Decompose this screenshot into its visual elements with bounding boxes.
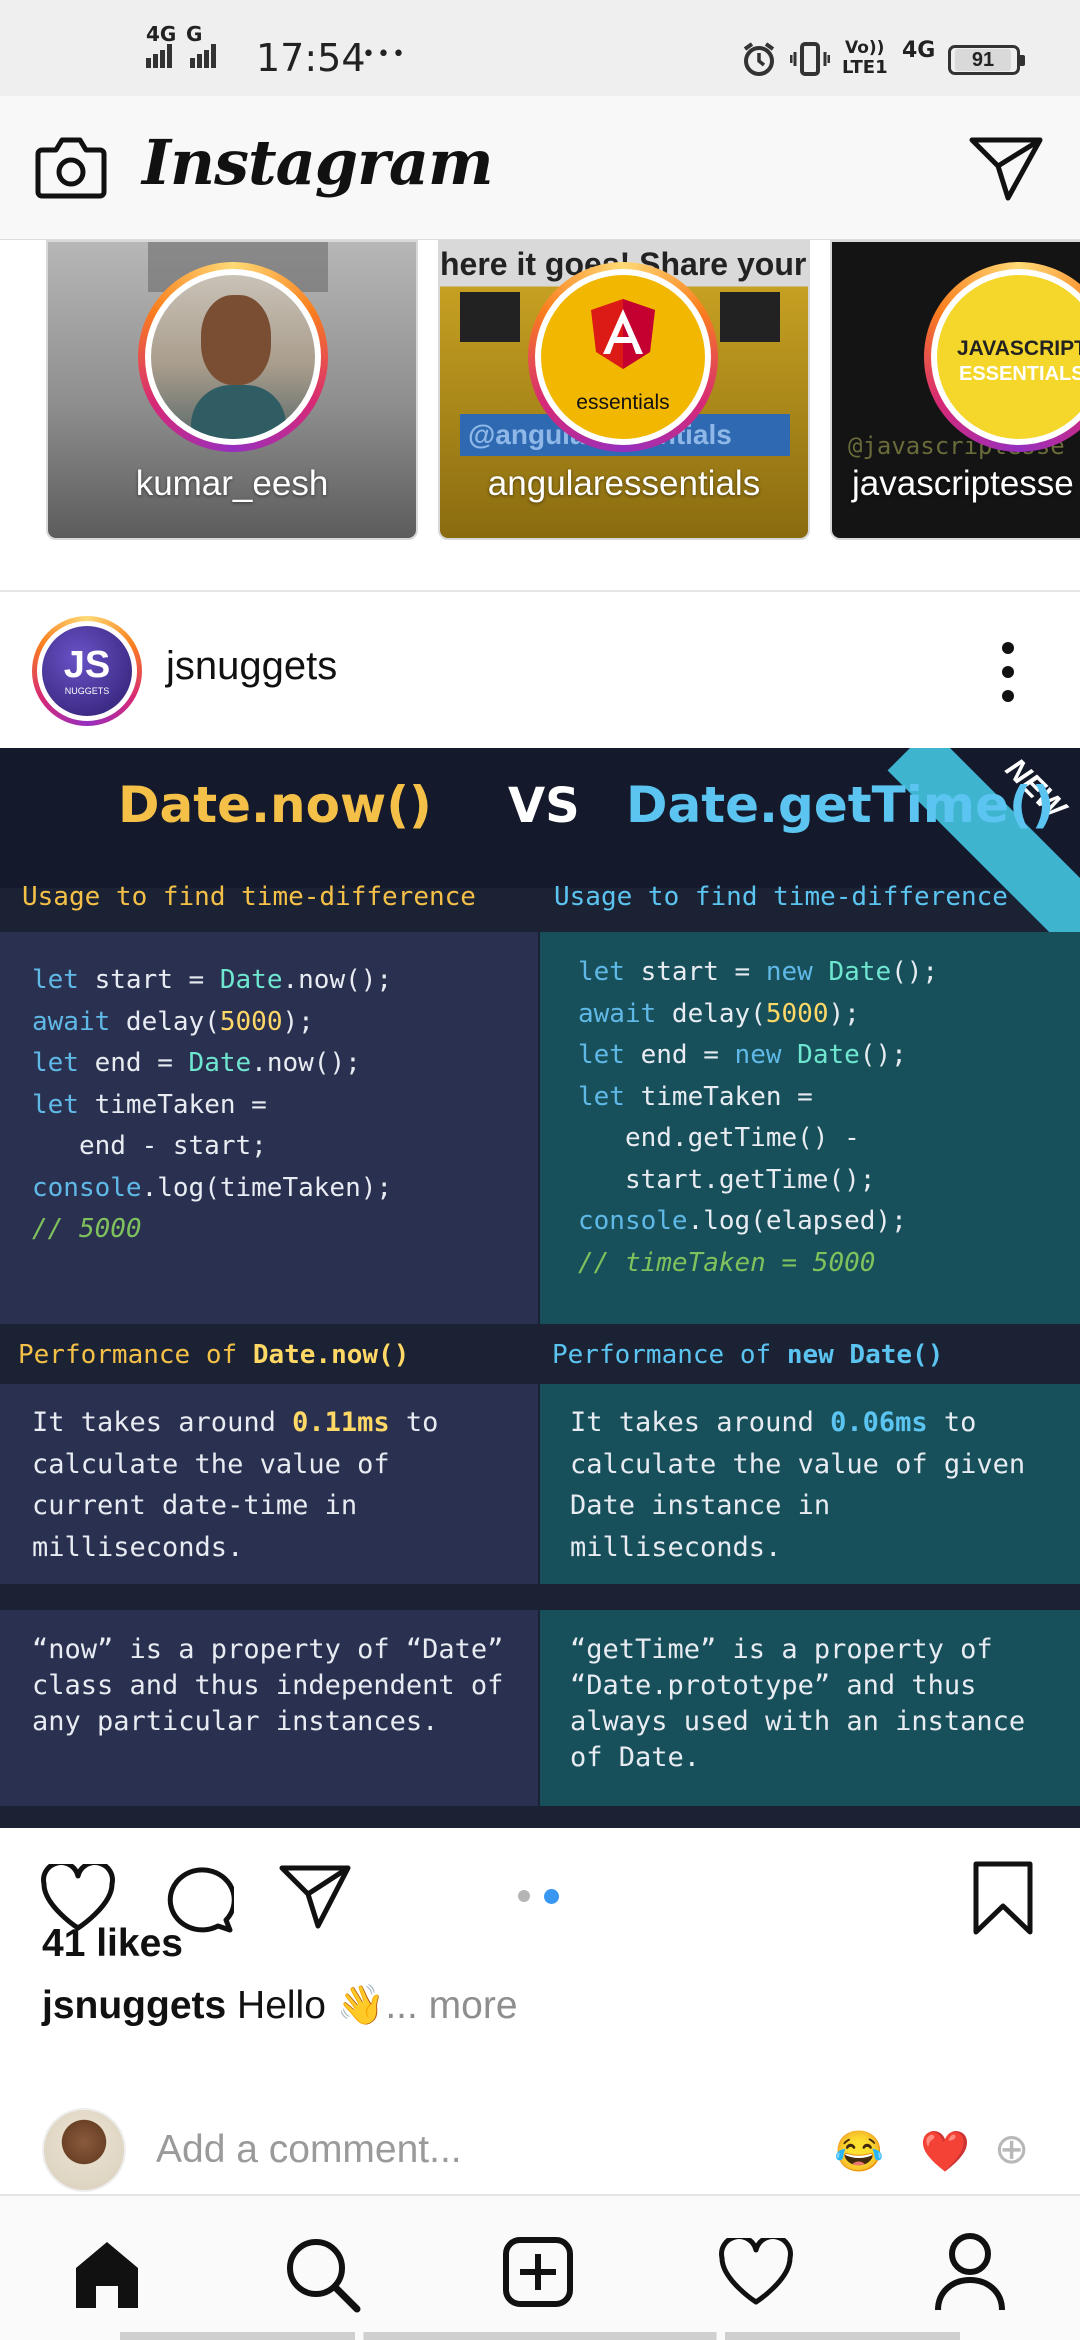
alarm-icon (743, 42, 775, 76)
signal-icon (190, 44, 218, 72)
post-image[interactable]: NEW Date.now() VS Date.getTime() Usage t… (0, 748, 1080, 1828)
caption: jsnuggets Hello 👋... more (42, 1982, 518, 2028)
story-avatar-label: essentials (576, 391, 670, 414)
likes-count[interactable]: 41 likes (42, 1920, 183, 1968)
story-username: angularessentials (487, 464, 761, 503)
network-4g-label: 4G (902, 38, 936, 63)
perf-right-heading: Performance of new Date() (552, 1340, 944, 1370)
battery-icon: 91 (948, 45, 1025, 75)
story-avatar (151, 275, 315, 439)
usage-right-label: Usage to find time-difference (554, 882, 1008, 912)
comment-input[interactable]: Add a comment... (156, 2128, 796, 2172)
story-username: kumar_eesh (135, 464, 329, 503)
current-user-avatar (42, 2108, 126, 2192)
caption-emoji: 👋 (336, 1984, 386, 2027)
more-notifications-indicator: ••• (362, 42, 407, 67)
story-card[interactable]: @javascriptesse JAVASCRIPT ESSENTIALS ja… (830, 240, 1080, 540)
instagram-logo: Instagram (142, 126, 494, 199)
share-icon[interactable] (278, 1862, 352, 1930)
carousel-dot-active (544, 1889, 559, 1904)
story-card[interactable]: kumar_eesh (46, 240, 418, 540)
angular-logo-icon (591, 299, 655, 369)
clock: 17:54 (256, 36, 366, 80)
title-vs: VS (508, 778, 580, 834)
title-left: Date.now() (118, 776, 432, 834)
caption-more-link[interactable]: ... more (385, 1984, 517, 2027)
direct-message-icon[interactable] (968, 134, 1044, 202)
caption-text: Hello (237, 1984, 326, 2027)
camera-icon[interactable] (34, 134, 108, 200)
avatar-label: NUGGETS (64, 686, 110, 696)
perf-right-text: It takes around 0.06ms to calculate the … (570, 1407, 1026, 1563)
activity-icon[interactable] (718, 2238, 794, 2306)
story-avatar-label: ESSENTIALS (959, 363, 1080, 385)
carousel-dot (518, 1890, 530, 1902)
bottom-navigation (0, 2194, 1080, 2340)
status-bar: 4G G 17:54 ••• Vo)) LTE1 4G 91 (0, 0, 1080, 96)
quick-reaction-laugh[interactable]: 😂 (834, 2128, 884, 2175)
battery-level: 91 (955, 49, 1011, 71)
quick-reaction-add[interactable]: ⊕ (994, 2124, 1029, 2173)
title-right: Date.getTime() (626, 776, 1055, 834)
story-username: javascriptesse (852, 464, 1074, 503)
quick-reaction-heart[interactable]: ❤️ (920, 2128, 970, 2175)
carousel-indicator (518, 1887, 568, 1904)
stories-tray: kumar_eesh here it goes! Share your @ang… (0, 240, 1080, 592)
app-header: Instagram (0, 96, 1080, 240)
code-block-right: let start = new Date(); await delay(5000… (578, 957, 939, 1278)
vibrate-icon (790, 42, 830, 76)
note-left-text: “now” is a property of “Date” class and … (32, 1634, 504, 1737)
bookmark-icon[interactable] (970, 1860, 1036, 1936)
post-author-avatar[interactable]: JS NUGGETS (32, 616, 142, 726)
usage-left-label: Usage to find time-difference (22, 882, 476, 912)
post-actions: 41 likes jsnuggets Hello 👋... more Add a… (0, 1828, 1080, 2198)
story-avatar: essentials (541, 275, 705, 439)
network-4g-label: 4G (146, 22, 177, 46)
code-block-left: let start = Date.now(); await delay(5000… (32, 965, 393, 1244)
post-header: JS NUGGETS jsnuggets (0, 594, 1080, 748)
perf-left-heading: Performance of Date.now() (18, 1340, 410, 1370)
home-icon[interactable] (70, 2238, 144, 2310)
network-g-label: G (186, 22, 203, 46)
search-icon[interactable] (284, 2236, 362, 2314)
story-card[interactable]: here it goes! Share your @angularessenti… (438, 240, 810, 540)
note-right-text: “getTime” is a property of “Date.prototy… (570, 1634, 1026, 1773)
perf-left-text: It takes around 0.11ms to calculate the … (32, 1407, 439, 1563)
gesture-bar (120, 2332, 960, 2340)
lte-label: LTE1 (842, 57, 888, 78)
add-post-icon[interactable] (502, 2236, 574, 2308)
caption-username[interactable]: jsnuggets (42, 1984, 226, 2027)
volte-label: Vo)) (845, 38, 885, 58)
profile-icon[interactable] (934, 2232, 1006, 2312)
more-options-icon[interactable] (996, 636, 1020, 708)
signal-icon (146, 44, 174, 72)
story-avatar-label: JAVASCRIPT (957, 337, 1080, 360)
avatar-label: JS (63, 644, 111, 686)
post-author-username[interactable]: jsnuggets (166, 644, 337, 689)
